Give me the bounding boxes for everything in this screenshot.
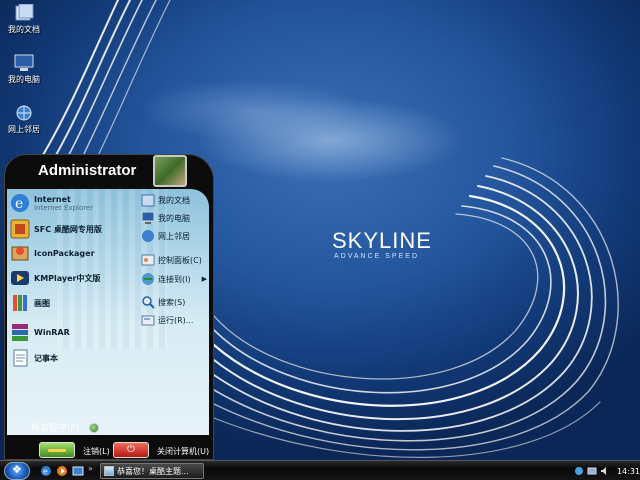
window-icon <box>104 466 114 476</box>
documents-folder-icon <box>141 194 155 207</box>
program-title: 画图 <box>34 298 50 308</box>
clock[interactable]: 14:31 <box>617 467 640 476</box>
desktop-icon-network[interactable]: 网上邻居 <box>2 104 46 135</box>
program-item-sfc[interactable]: SFC 桌酷网专用版 <box>9 217 135 241</box>
computer-icon <box>141 211 155 224</box>
submenu-arrow-icon: ▶ <box>201 275 207 283</box>
program-item-internet[interactable]: e Internet Internet Explorer <box>9 191 135 215</box>
computer-icon <box>14 54 34 71</box>
program-item-kmplayer[interactable]: KMPlayer中文版 <box>9 266 135 290</box>
places-item-network[interactable]: 网上邻居 <box>141 227 209 245</box>
kmplayer-icon <box>11 271 29 285</box>
places-label: 搜索(S) <box>158 297 186 307</box>
monitor-tray-icon[interactable] <box>587 466 597 476</box>
sfc-app-icon <box>10 219 30 239</box>
start-menu-body: e Internet Internet Explorer SFC 桌酷网专用版 I… <box>7 189 209 435</box>
desktop-icon-label: 我的电脑 <box>8 75 40 84</box>
logoff-key-icon[interactable] <box>39 442 75 458</box>
logo-title: SKYLINE <box>332 228 432 253</box>
places-item-connect-to[interactable]: 连接到(I) ▶ <box>141 270 209 288</box>
internet-explorer-icon[interactable]: e <box>40 465 52 477</box>
start-menu-header: Administrator <box>5 155 213 187</box>
program-subtitle: Internet Explorer <box>34 203 94 212</box>
quicklaunch-expand-icon[interactable]: » <box>88 464 100 476</box>
places-item-run[interactable]: 运行(R)... <box>141 311 209 329</box>
program-item-notepad[interactable]: 记事本 <box>9 346 135 370</box>
winrar-icon <box>12 324 28 341</box>
run-icon <box>141 315 155 326</box>
internet-explorer-icon: e <box>11 194 29 212</box>
pinned-programs-list: e Internet Internet Explorer SFC 桌酷网专用版 I… <box>7 189 137 435</box>
logoff-button[interactable]: 注销(L) <box>83 446 110 457</box>
places-label: 控制面板(C) <box>158 255 202 265</box>
network-icon <box>142 230 154 242</box>
places-item-my-computer[interactable]: 我的电脑 <box>141 209 209 227</box>
program-title: WinRAR <box>34 327 70 337</box>
all-programs-arrow-icon <box>89 422 100 433</box>
logo-subtitle: ADVANCE SPEED <box>334 253 419 260</box>
program-title: SFC 桌酷网专用版 <box>34 224 102 234</box>
desktop-icon-label: 网上邻居 <box>8 125 40 134</box>
start-menu: Administrator e Internet Internet Explore… <box>4 154 214 460</box>
places-list: 我的文档 我的电脑 网上邻居 控制面板(C) 连接到(I) ▶ 搜索(S) 运行… <box>137 189 209 435</box>
connect-to-icon <box>142 273 154 285</box>
show-desktop-icon[interactable] <box>72 465 84 477</box>
task-label: 恭喜您！桌酷主题... <box>117 466 189 476</box>
avatar[interactable] <box>153 155 187 187</box>
program-title: IconPackager <box>34 248 95 258</box>
places-label: 运行(R)... <box>158 315 194 325</box>
places-item-search[interactable]: 搜索(S) <box>141 293 209 311</box>
user-name: Administrator <box>38 162 137 179</box>
svg-text:e: e <box>43 467 48 476</box>
shutdown-button[interactable]: 关闭计算机(U) <box>157 446 209 457</box>
places-item-control-panel[interactable]: 控制面板(C) <box>141 251 209 269</box>
program-item-iconpackager[interactable]: IconPackager <box>9 241 135 265</box>
system-tray: 14:31 <box>574 464 640 478</box>
control-panel-icon <box>141 254 155 266</box>
taskbar: e » 恭喜您！桌酷主题... 14:31 <box>0 460 640 480</box>
network-icon <box>16 105 32 121</box>
search-icon <box>142 296 155 309</box>
places-item-my-documents[interactable]: 我的文档 <box>141 191 209 209</box>
program-item-paint[interactable]: 画图 <box>9 291 135 315</box>
paint-icon <box>13 295 27 311</box>
volume-tray-icon[interactable] <box>600 466 610 476</box>
places-label: 网上邻居 <box>158 231 190 241</box>
all-programs-button[interactable]: 所有程序(P) <box>31 421 100 434</box>
start-button[interactable] <box>4 462 30 480</box>
places-label: 连接到(I) <box>158 274 191 284</box>
media-player-icon[interactable] <box>56 465 68 477</box>
svg-text:e: e <box>15 196 23 212</box>
documents-folder-icon <box>15 4 34 21</box>
desktop-icon-my-computer[interactable]: 我的电脑 <box>2 54 46 85</box>
taskbar-task-button[interactable]: 恭喜您！桌酷主题... <box>100 463 204 479</box>
iconpackager-icon <box>11 246 29 261</box>
places-label: 我的电脑 <box>158 213 190 223</box>
start-menu-footer: 注销(L) ⏻ 关闭计算机(U) <box>5 437 213 459</box>
program-title: Internet <box>34 194 71 204</box>
desktop-icon-my-documents[interactable]: 我的文档 <box>2 4 46 35</box>
desktop-icon-label: 我的文档 <box>8 25 40 34</box>
program-item-winrar[interactable]: WinRAR <box>9 320 135 344</box>
network-tray-icon[interactable] <box>574 466 584 476</box>
skyline-logo: SKYLINE ADVANCE SPEED <box>332 228 432 260</box>
notepad-icon <box>13 349 28 367</box>
power-icon[interactable]: ⏻ <box>113 442 149 458</box>
program-title: KMPlayer中文版 <box>34 273 101 283</box>
all-programs-label: 所有程序(P) <box>31 424 80 434</box>
program-title: 记事本 <box>34 353 58 363</box>
places-label: 我的文档 <box>158 195 190 205</box>
